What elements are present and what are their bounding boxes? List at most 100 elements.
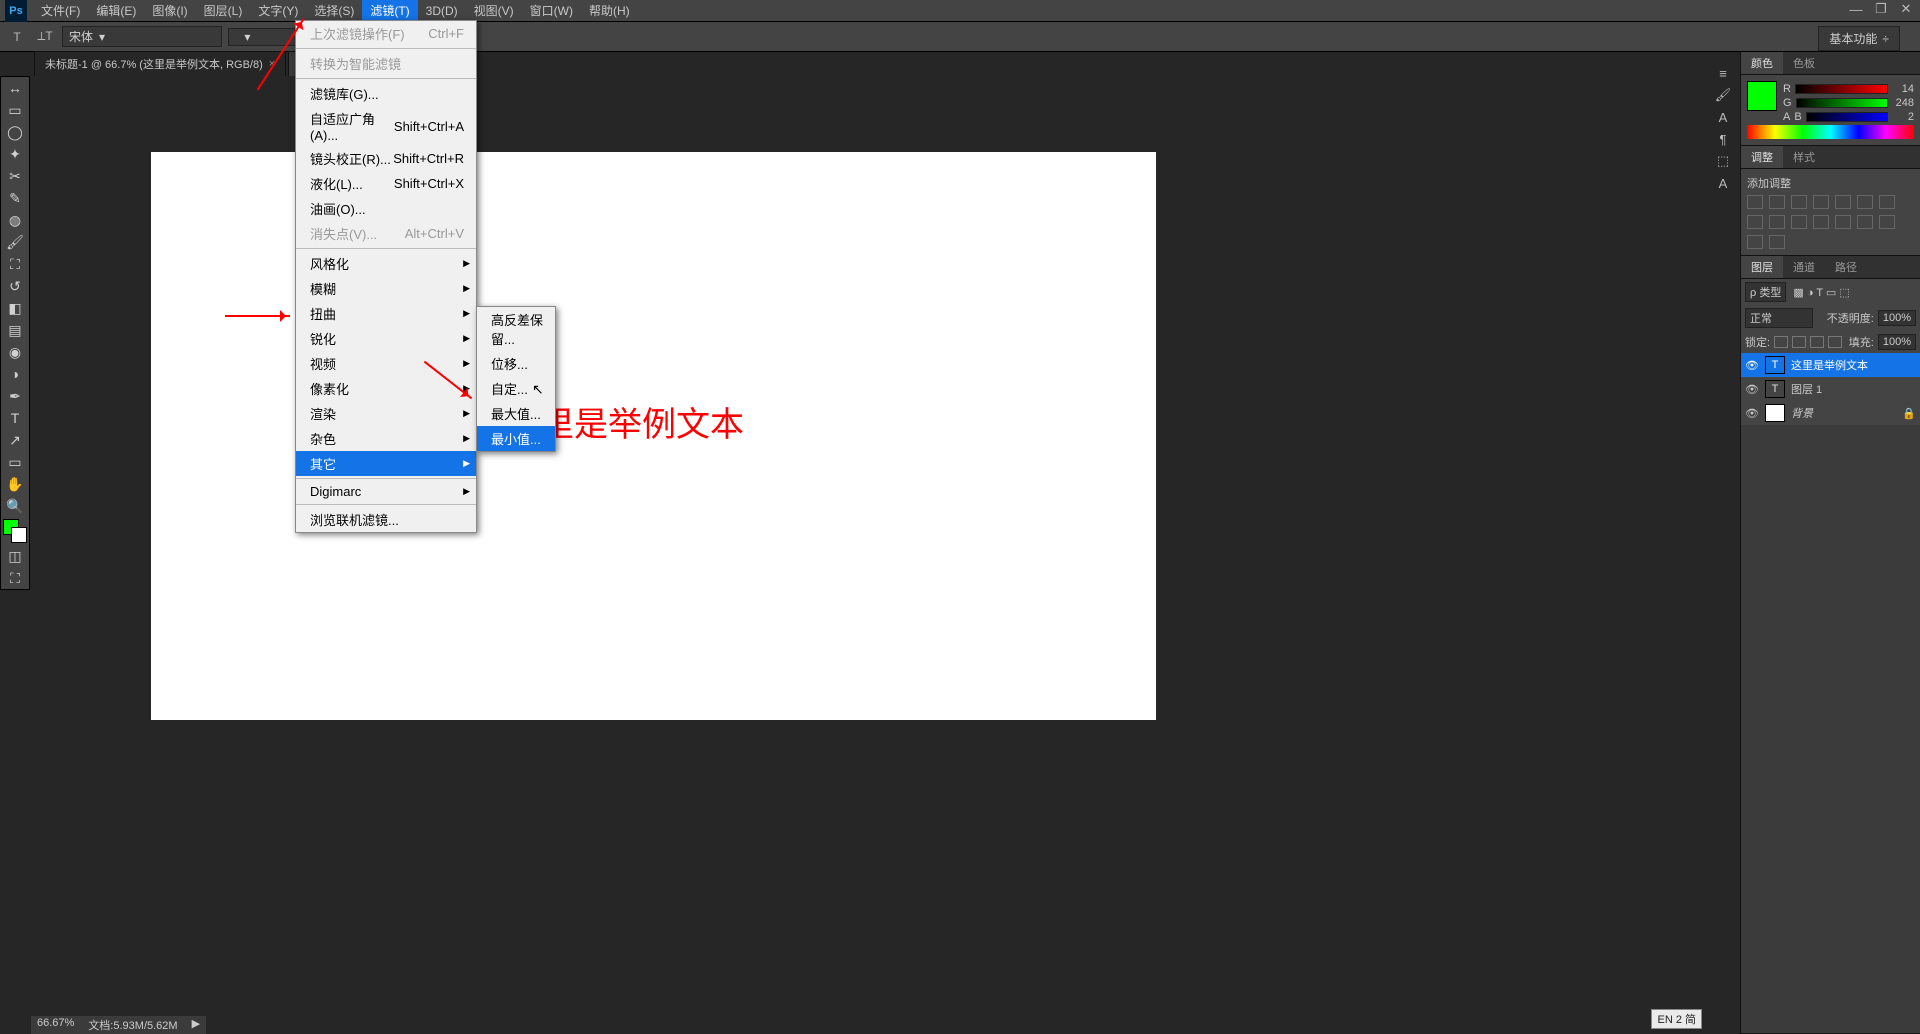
menu-item[interactable]: 转换为智能滤镜 — [296, 51, 476, 76]
lock-icon[interactable] — [1792, 336, 1806, 348]
menu-image[interactable]: 图像(I) — [144, 0, 195, 21]
adj-icon[interactable] — [1747, 215, 1763, 229]
visibility-icon[interactable]: 👁 — [1745, 383, 1759, 396]
prop-icon[interactable]: ⬚ — [1710, 150, 1736, 172]
lock-icon[interactable] — [1810, 336, 1824, 348]
visibility-icon[interactable]: 👁 — [1745, 407, 1759, 420]
blur-tool[interactable]: ◉ — [1, 341, 29, 363]
menu-item[interactable]: 上次滤镜操作(F)Ctrl+F — [296, 21, 476, 46]
maximize-button[interactable]: ❐ — [1870, 0, 1892, 18]
menu-3d[interactable]: 3D(D) — [418, 2, 466, 20]
tab-styles[interactable]: 样式 — [1783, 146, 1825, 168]
layer-row[interactable]: 👁 背景 🔒 — [1741, 401, 1920, 425]
menu-item[interactable]: 模糊 — [296, 276, 476, 301]
lasso-tool[interactable]: ◯ — [1, 121, 29, 143]
tab-adjustments[interactable]: 调整 — [1741, 146, 1783, 168]
menu-item[interactable]: Digimarc — [296, 481, 476, 502]
layer-row[interactable]: 👁 T 这里是举例文本 — [1741, 353, 1920, 377]
tab-swatches[interactable]: 色板 — [1783, 52, 1825, 74]
adj-icon[interactable] — [1879, 215, 1895, 229]
menu-file[interactable]: 文件(F) — [33, 0, 88, 21]
menu-item[interactable]: 浏览联机滤镜... — [296, 507, 476, 532]
adj-icon[interactable] — [1769, 235, 1785, 249]
menu-item[interactable]: 锐化 — [296, 326, 476, 351]
menu-item[interactable]: 杂色 — [296, 426, 476, 451]
adj-icon[interactable] — [1769, 195, 1785, 209]
tab-color[interactable]: 颜色 — [1741, 52, 1783, 74]
menu-item-other[interactable]: 其它 — [296, 451, 476, 476]
adj-icon[interactable] — [1813, 215, 1829, 229]
tab-layers[interactable]: 图层 — [1741, 256, 1783, 278]
menu-select[interactable]: 选择(S) — [306, 0, 362, 21]
menu-window[interactable]: 窗口(W) — [522, 0, 581, 21]
quickmask-tool[interactable]: ◫ — [1, 545, 29, 567]
menu-item[interactable]: 风格化 — [296, 251, 476, 276]
menu-item[interactable]: 液化(L)...Shift+Ctrl+X — [296, 171, 476, 196]
menu-item[interactable]: 消失点(V)...Alt+Ctrl+V — [296, 221, 476, 246]
adj-icon[interactable] — [1791, 215, 1807, 229]
heal-tool[interactable]: ◍ — [1, 209, 29, 231]
para-icon[interactable]: ¶ — [1710, 128, 1736, 150]
adj-icon[interactable] — [1835, 195, 1851, 209]
gradient-tool[interactable]: ▤ — [1, 319, 29, 341]
pen-tool[interactable]: ✒ — [1, 385, 29, 407]
menu-layer[interactable]: 图层(L) — [196, 0, 251, 21]
color-swatches[interactable] — [1, 517, 29, 545]
menu-view[interactable]: 视图(V) — [466, 0, 522, 21]
close-button[interactable]: ✕ — [1895, 0, 1917, 18]
adj-icon[interactable] — [1747, 195, 1763, 209]
move-tool[interactable]: ↔ — [1, 77, 29, 99]
menu-item[interactable]: 渲染 — [296, 401, 476, 426]
dodge-tool[interactable]: ◑ — [1, 363, 29, 385]
zoom-tool[interactable]: 🔍 — [1, 495, 29, 517]
ime-indicator[interactable]: EN 2 简 — [1651, 1009, 1702, 1029]
opacity-input[interactable]: 100% — [1878, 310, 1916, 326]
menu-item[interactable]: 最大值... — [477, 401, 555, 426]
menu-filter[interactable]: 滤镜(T) — [362, 0, 417, 21]
spectrum-bar[interactable] — [1747, 125, 1914, 139]
g-slider[interactable] — [1796, 98, 1888, 108]
r-slider[interactable] — [1795, 84, 1888, 94]
workspace-select[interactable]: 基本功能÷ — [1818, 26, 1900, 51]
menu-edit[interactable]: 编辑(E) — [88, 0, 144, 21]
hand-tool[interactable]: ✋ — [1, 473, 29, 495]
tab-channels[interactable]: 通道 — [1783, 256, 1825, 278]
crop-tool[interactable]: ✂ — [1, 165, 29, 187]
tab-paths[interactable]: 路径 — [1825, 256, 1867, 278]
history-icon[interactable]: ≡ — [1710, 62, 1736, 84]
eraser-tool[interactable]: ◧ — [1, 297, 29, 319]
path-tool[interactable]: ↗ — [1, 429, 29, 451]
eyedropper-tool[interactable]: ✎ — [1, 187, 29, 209]
menu-item-minimum[interactable]: 最小值... — [477, 426, 555, 451]
menu-item[interactable]: 位移... — [477, 351, 555, 376]
layer-filter-select[interactable]: ρ 类型 — [1745, 282, 1786, 302]
menu-item[interactable]: 视频 — [296, 351, 476, 376]
b-slider[interactable] — [1806, 112, 1888, 122]
adj-icon[interactable] — [1769, 215, 1785, 229]
adj-icon[interactable] — [1879, 195, 1895, 209]
adj-icon[interactable] — [1835, 215, 1851, 229]
screenmode-tool[interactable]: ⛶ — [1, 567, 29, 589]
adj-icon[interactable] — [1813, 195, 1829, 209]
foreground-swatch[interactable] — [1747, 81, 1777, 111]
type-tool[interactable]: T — [1, 407, 29, 429]
zoom-level[interactable]: 66.67% — [37, 1017, 74, 1033]
lock-icon[interactable] — [1828, 336, 1842, 348]
menu-item[interactable]: 自适应广角(A)...Shift+Ctrl+A — [296, 106, 476, 146]
stamp-tool[interactable]: ⛶ — [1, 253, 29, 275]
brush-panel-icon[interactable]: 🖌 — [1710, 84, 1736, 106]
char2-icon[interactable]: A — [1710, 172, 1736, 194]
menu-item[interactable]: 扭曲 — [296, 301, 476, 326]
menu-help[interactable]: 帮助(H) — [581, 0, 638, 21]
char-icon[interactable]: A — [1710, 106, 1736, 128]
shape-tool[interactable]: ▭ — [1, 451, 29, 473]
minimize-button[interactable]: — — [1845, 0, 1867, 18]
font-family-select[interactable]: 宋体▾ — [62, 26, 222, 47]
blend-mode-select[interactable]: 正常 — [1745, 308, 1813, 328]
history-brush-tool[interactable]: ↺ — [1, 275, 29, 297]
marquee-tool[interactable]: ▭ — [1, 99, 29, 121]
adj-icon[interactable] — [1857, 195, 1873, 209]
fill-input[interactable]: 100% — [1878, 334, 1916, 350]
text-orientation-icon[interactable]: ⟂T — [34, 26, 56, 48]
adj-icon[interactable] — [1857, 215, 1873, 229]
